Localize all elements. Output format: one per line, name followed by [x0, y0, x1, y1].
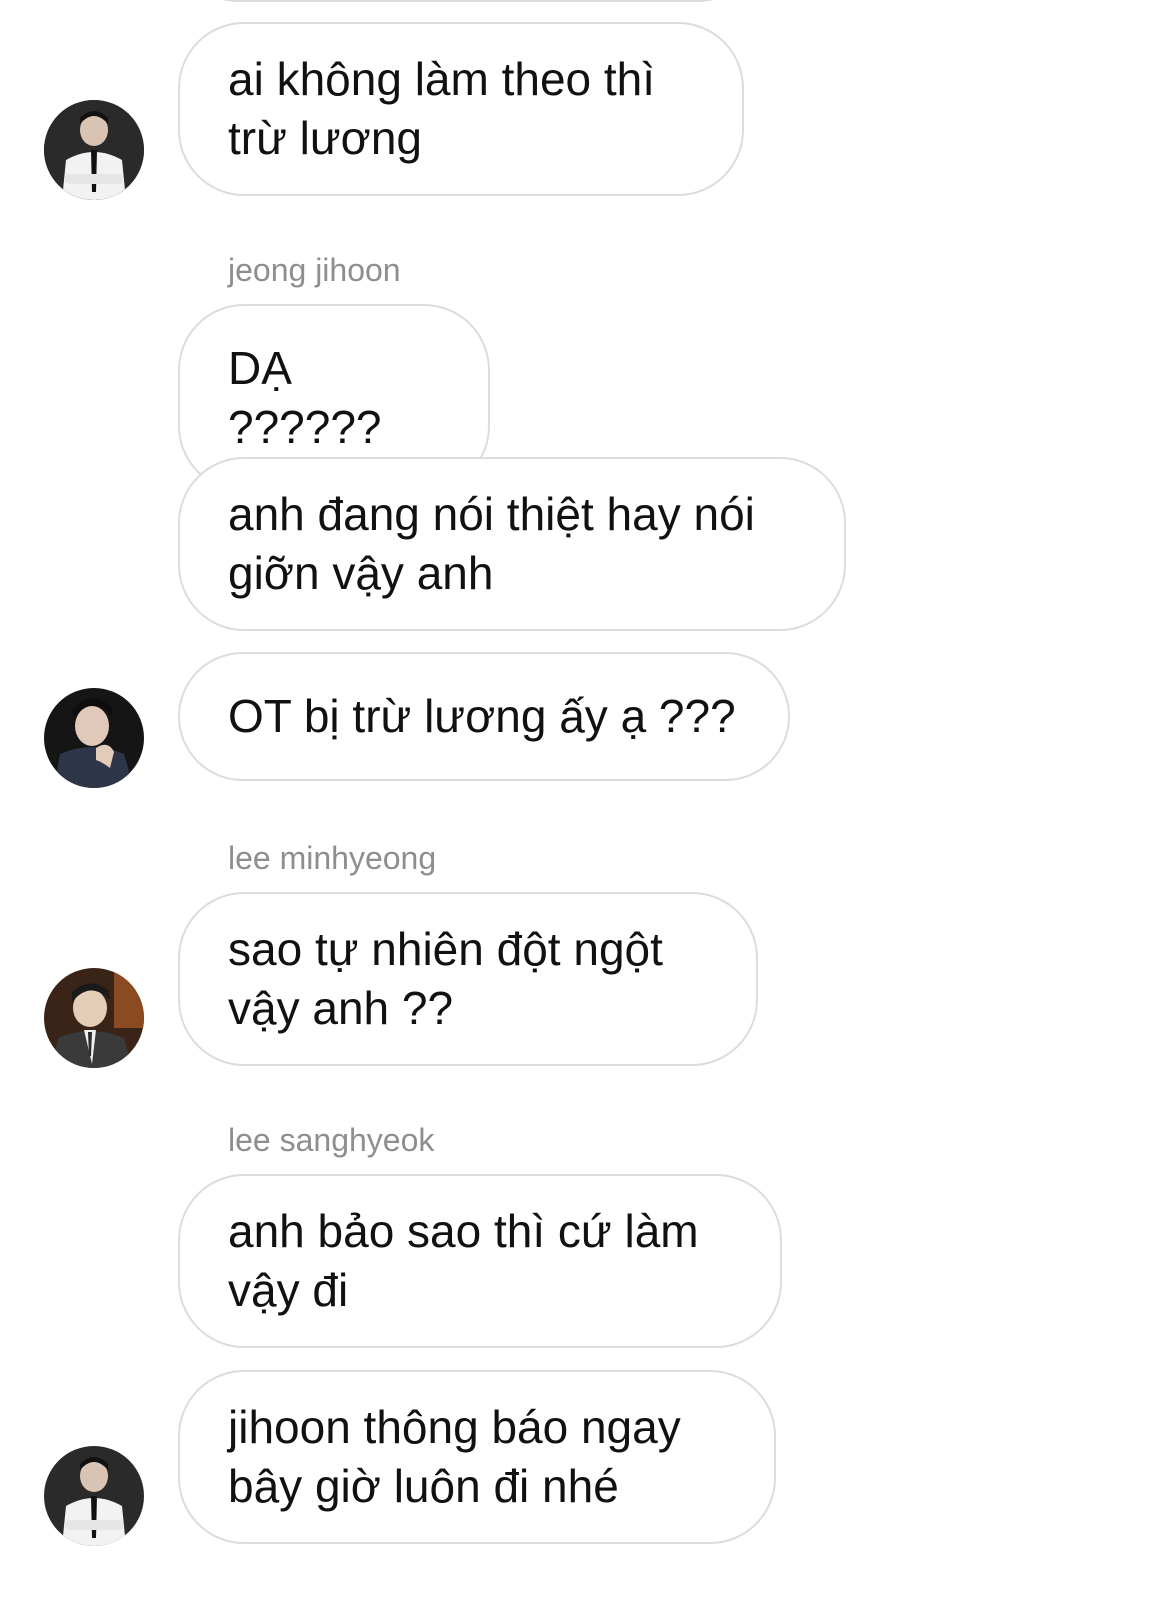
message-bubble[interactable]: ai không làm theo thì trừ lương [178, 22, 744, 196]
message-bubble[interactable]: OT bị trừ lương ấy ạ ??? [178, 652, 790, 781]
sender-name: lee sanghyeok [228, 1122, 435, 1158]
message-bubble[interactable]: anh đang nói thiệt hay nói giỡn vậy anh [178, 457, 846, 631]
avatar-image [44, 688, 144, 788]
avatar-image [44, 100, 144, 200]
previous-message-bubble [178, 0, 758, 2]
avatar-sanghyeok[interactable] [44, 100, 144, 200]
avatar-image [44, 968, 144, 1068]
avatar-sanghyeok[interactable] [44, 1446, 144, 1546]
avatar-minhyeong[interactable] [44, 968, 144, 1068]
message-bubble[interactable]: sao tự nhiên đột ngột vậy anh ?? [178, 892, 758, 1066]
sender-name: lee minhyeong [228, 840, 437, 876]
avatar-jihoon[interactable] [44, 688, 144, 788]
sender-name: jeong jihoon [228, 252, 401, 288]
message-bubble[interactable]: jihoon thông báo ngay bây giờ luôn đi nh… [178, 1370, 776, 1544]
message-bubble[interactable]: anh bảo sao thì cứ làm vậy đi [178, 1174, 782, 1348]
avatar-image [44, 1446, 144, 1546]
